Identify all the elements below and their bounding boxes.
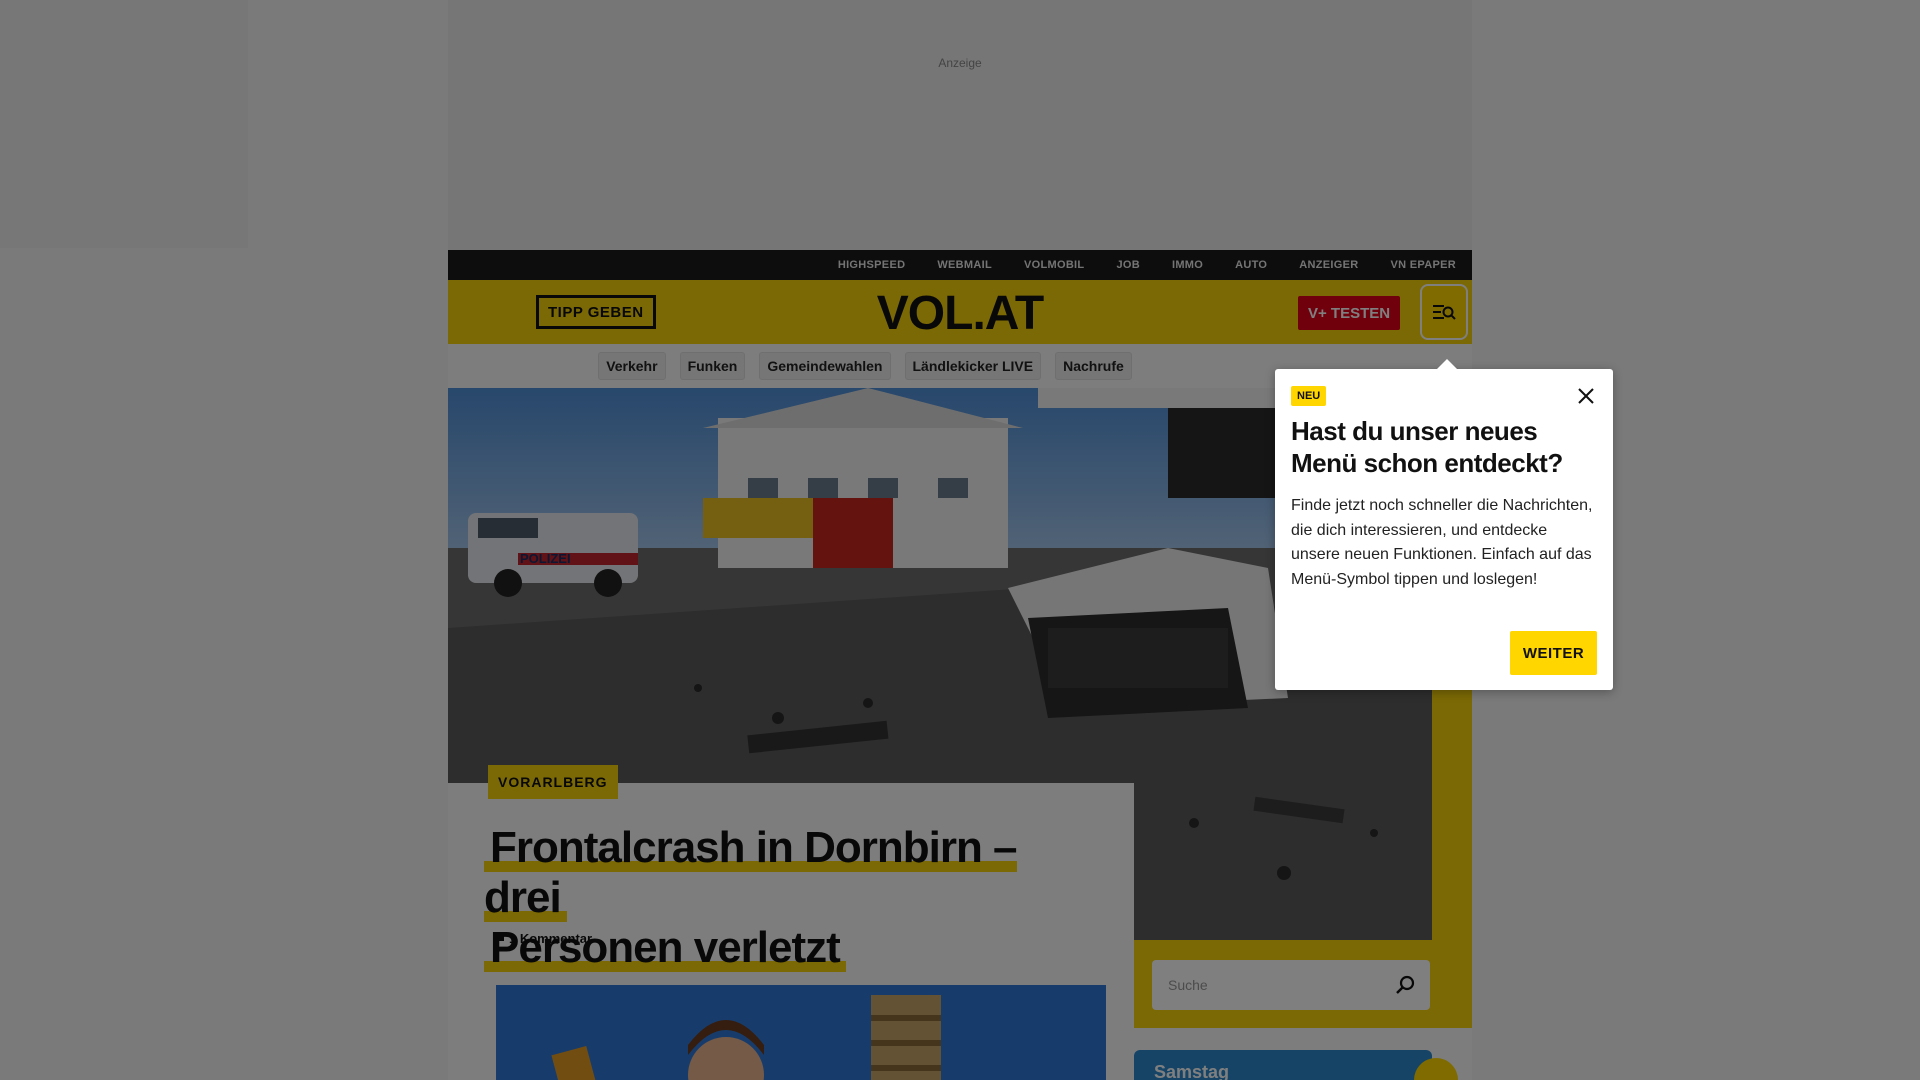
new-badge: NEU (1291, 386, 1327, 406)
weiter-button[interactable]: WEITER (1510, 631, 1597, 675)
modal-backdrop[interactable] (0, 0, 1920, 1080)
new-menu-popup: NEU Hast du unser neues Menü schon entde… (1275, 359, 1613, 690)
popup-title: Hast du unser neues Menü schon entdeckt? (1291, 416, 1563, 478)
popup-text: Finde jetzt noch schneller die Nachricht… (1291, 497, 1593, 588)
close-icon[interactable] (1575, 385, 1597, 407)
